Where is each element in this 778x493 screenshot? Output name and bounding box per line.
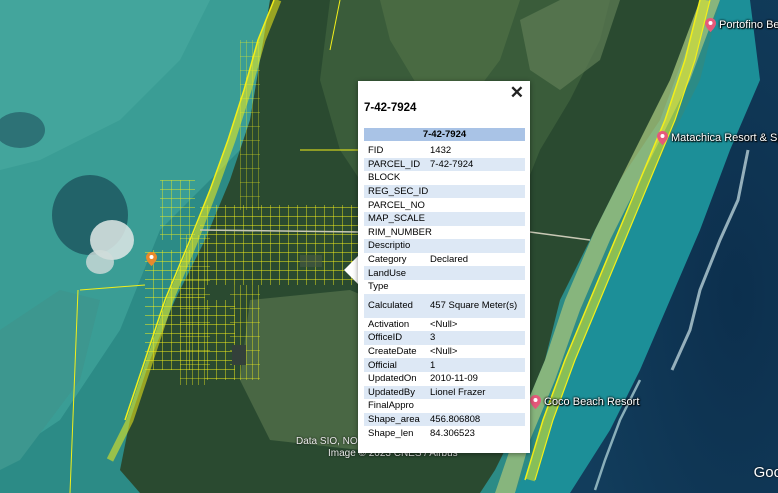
attribute-row: Official 1 [364,358,525,372]
attribute-value: 2010-11-09 [430,373,478,385]
attribute-row: Calculated 457 Square Meter(s) [364,293,525,318]
popup-pointer [344,255,359,285]
attribute-key: UpdatedBy [368,386,416,398]
attribute-row: Shape_len 84.306523 [364,426,525,440]
attribute-key: Shape_area [368,413,420,425]
location-pin-icon [146,252,157,266]
attribute-row: OfficeID 3 [364,331,525,345]
attribute-key: Shape_len [368,427,414,439]
close-icon[interactable]: ✕ [510,83,524,103]
location-marker[interactable] [146,252,157,266]
popup-title: 7-42-7924 [364,102,417,114]
place-pin-icon [705,18,716,32]
attribute-row: Type [364,280,525,294]
attribute-value: 84.306523 [430,427,475,439]
attribute-key: Official [368,359,397,371]
map-attribution-data: Data SIO, NO [296,436,358,447]
attribute-row: UpdatedBy Lionel Frazer [364,385,525,400]
place-label: Portofino Beac [719,19,778,31]
attribute-row: Descriptio [364,239,525,253]
place-pin-icon [530,395,541,409]
attribute-key: BLOCK [368,172,401,184]
attribute-key: Category [368,254,407,266]
attribute-key: LandUse [368,267,407,279]
attribute-key: UpdatedOn [368,373,417,385]
place-matachica[interactable]: Matachica Resort & Sp [657,131,778,145]
place-coco-beach[interactable]: Coco Beach Resort [530,395,639,409]
attribute-value: Lionel Frazer [430,386,486,398]
attribute-row: REG_SEC_ID [364,184,525,199]
attribute-value: 1 [430,359,436,371]
attribute-row: Activation <Null> [364,318,525,332]
attribute-key: FID [368,145,384,157]
attribute-value: 7-42-7924 [430,158,474,170]
attribute-row: FinalAppro [364,399,525,413]
attribute-value: <Null> [430,318,458,330]
attribute-value: 457 Square Meter(s) [430,300,518,312]
attribute-row: PARCEL_NO [364,198,525,212]
attribute-key: REG_SEC_ID [368,186,429,198]
attribute-row: MAP_SCALE [364,211,525,226]
attribute-key: PARCEL_NO [368,199,425,211]
attribute-value: 456.806808 [430,413,481,425]
attribute-key: Descriptio [368,240,411,252]
attribute-row: Category Declared [364,253,525,267]
attribute-value: Declared [430,254,469,266]
attribute-key: RIM_NUMBER [368,226,432,238]
attribute-key: Calculated [368,300,413,312]
attribute-row: PARCEL_ID 7-42-7924 [364,157,525,172]
attribute-row: CreateDate <Null> [364,345,525,359]
attribute-value: 3 [430,332,436,344]
place-portofino[interactable]: Portofino Beac [705,18,778,32]
attribute-row: Shape_area 456.806808 [364,412,525,427]
feature-popup: 7-42-7924 ✕ 7-42-7924 FID 1432 PARCEL_ID 7-… [358,81,530,453]
attribute-table-header: 7-42-7924 [364,128,525,141]
attribute-row: UpdatedOn 2010-11-09 [364,372,525,386]
attribute-row: RIM_NUMBER [364,226,525,240]
place-pin-icon [657,131,668,145]
place-label: Coco Beach Resort [544,396,640,408]
place-label: Matachica Resort & Sp [671,132,778,144]
attribute-key: PARCEL_ID [368,158,421,170]
attribute-value: 1432 [430,145,452,157]
attribute-key: MAP_SCALE [368,213,426,225]
attribute-key: FinalAppro [368,400,414,412]
google-logo: Goo [753,464,778,481]
attribute-key: Activation [368,318,410,330]
attribute-table: FID 1432 PARCEL_ID 7-42-7924 BLOCK REG_SEC_ID… [364,144,525,440]
attribute-row: LandUse [364,266,525,280]
attribute-row: BLOCK [364,171,525,185]
attribute-key: OfficeID [368,332,403,344]
attribute-value: <Null> [430,346,458,358]
attribute-row: FID 1432 [364,144,525,158]
attribute-key: Type [368,281,389,293]
attribute-key: CreateDate [368,346,417,358]
